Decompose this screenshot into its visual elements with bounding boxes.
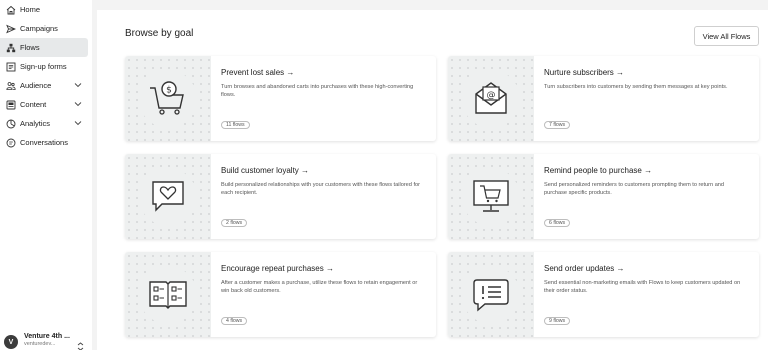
card-description: After a customer makes a purchase, utili…: [221, 280, 418, 295]
flow-count-badge: 7 flows: [544, 121, 571, 129]
account-switcher[interactable]: V Venture 4th ... venturedev...: [4, 333, 90, 350]
content-icon: [6, 100, 16, 110]
sidebar-item-analytics[interactable]: Analytics: [0, 114, 88, 133]
home-icon: [6, 5, 16, 15]
sidebar-item-conversations[interactable]: Conversations: [0, 133, 88, 152]
flows-icon: [6, 43, 16, 53]
svg-text:$: $: [166, 86, 172, 96]
card-illustration: [448, 252, 534, 337]
card-title: Prevent lost sales →: [221, 68, 295, 77]
card-illustration: @: [448, 56, 534, 141]
goal-card-send-order-updates[interactable]: Send order updates → Send essential non-…: [448, 252, 759, 337]
card-title: Nurture subscribers →: [544, 68, 625, 77]
sidebar: Home Campaigns Flows Sign-up forms Audie…: [0, 0, 92, 350]
chevron-down-icon: [74, 100, 82, 108]
shopping-cart-icon: $: [150, 81, 184, 115]
heart-message-icon: [152, 181, 184, 212]
card-description: Turn subscribers into customers by sendi…: [544, 84, 728, 90]
form-icon: [6, 62, 16, 72]
audience-icon: [6, 81, 16, 91]
sidebar-item-label: Flows: [20, 43, 40, 52]
goal-card-nurture-subscribers[interactable]: @ Nurture subscribers → Turn subscribers…: [448, 56, 759, 141]
sidebar-item-label: Content: [20, 100, 47, 109]
sidebar-item-campaigns[interactable]: Campaigns: [0, 19, 88, 38]
account-name: Venture 4th ...: [24, 333, 70, 340]
page-title: Browse by goal: [125, 28, 194, 39]
chevron-down-icon: [74, 119, 82, 127]
card-illustration: [125, 154, 211, 239]
card-illustration: $: [125, 56, 211, 141]
sidebar-item-label: Campaigns: [20, 24, 58, 33]
sidebar-item-label: Conversations: [20, 138, 68, 147]
card-title: Build customer loyalty →: [221, 166, 310, 175]
email-envelope-icon: @: [475, 82, 507, 114]
flow-count-badge: 4 flows: [221, 317, 248, 325]
monitor-cart-icon: [473, 180, 509, 212]
sidebar-item-label: Home: [20, 5, 41, 14]
sidebar-item-label: Audience: [20, 81, 52, 90]
card-description: Build personalized relationships with yo…: [221, 182, 420, 197]
goal-card-prevent-lost-sales[interactable]: $ Prevent lost sales → Turn browses and …: [125, 56, 436, 141]
sidebar-item-home[interactable]: Home: [0, 0, 88, 19]
flow-count-badge: 2 flows: [221, 219, 248, 227]
analytics-icon: [6, 119, 16, 129]
sidebar-item-content[interactable]: Content: [0, 95, 88, 114]
flow-count-badge: 9 flows: [544, 317, 571, 325]
sidebar-item-sign-up-forms[interactable]: Sign-up forms: [0, 57, 88, 76]
send-icon: [6, 24, 16, 34]
card-title: Encourage repeat purchases →: [221, 264, 334, 273]
card-description: Send essential non-marketing emails with…: [544, 280, 741, 295]
sidebar-item-label: Sign-up forms: [20, 62, 67, 71]
card-illustration: [448, 154, 534, 239]
card-description: Turn browses and abandoned carts into pu…: [221, 84, 414, 99]
alert-message-icon: [473, 279, 509, 312]
goal-card-build-customer-loyalty[interactable]: Build customer loyalty → Build personali…: [125, 154, 436, 239]
card-title: Remind people to purchase →: [544, 166, 653, 175]
view-all-flows-button[interactable]: View All Flows: [694, 26, 759, 46]
chevron-down-icon: [74, 81, 82, 89]
goal-card-remind-people-to-purchase[interactable]: Remind people to purchase → Send persona…: [448, 154, 759, 239]
open-book-icon: [149, 281, 187, 309]
flow-count-badge: 11 flows: [221, 121, 250, 129]
card-description: Send personalized reminders to customers…: [544, 182, 725, 197]
main-panel: Browse by goal View All Flows $ Prevent …: [97, 10, 768, 350]
sidebar-item-audience[interactable]: Audience: [0, 76, 88, 95]
conversations-icon: [6, 138, 16, 148]
goal-card-encourage-repeat-purchases[interactable]: Encourage repeat purchases → After a cus…: [125, 252, 436, 337]
sidebar-item-flows[interactable]: Flows: [0, 38, 88, 57]
avatar: V: [4, 335, 18, 349]
sidebar-item-label: Analytics: [20, 119, 51, 128]
svg-text:@: @: [487, 91, 496, 101]
card-illustration: [125, 252, 211, 337]
account-subtitle: venturedev...: [24, 341, 56, 347]
card-title: Send order updates →: [544, 264, 625, 273]
chevron-up-down-icon: [77, 338, 84, 350]
flow-count-badge: 6 flows: [544, 219, 571, 227]
